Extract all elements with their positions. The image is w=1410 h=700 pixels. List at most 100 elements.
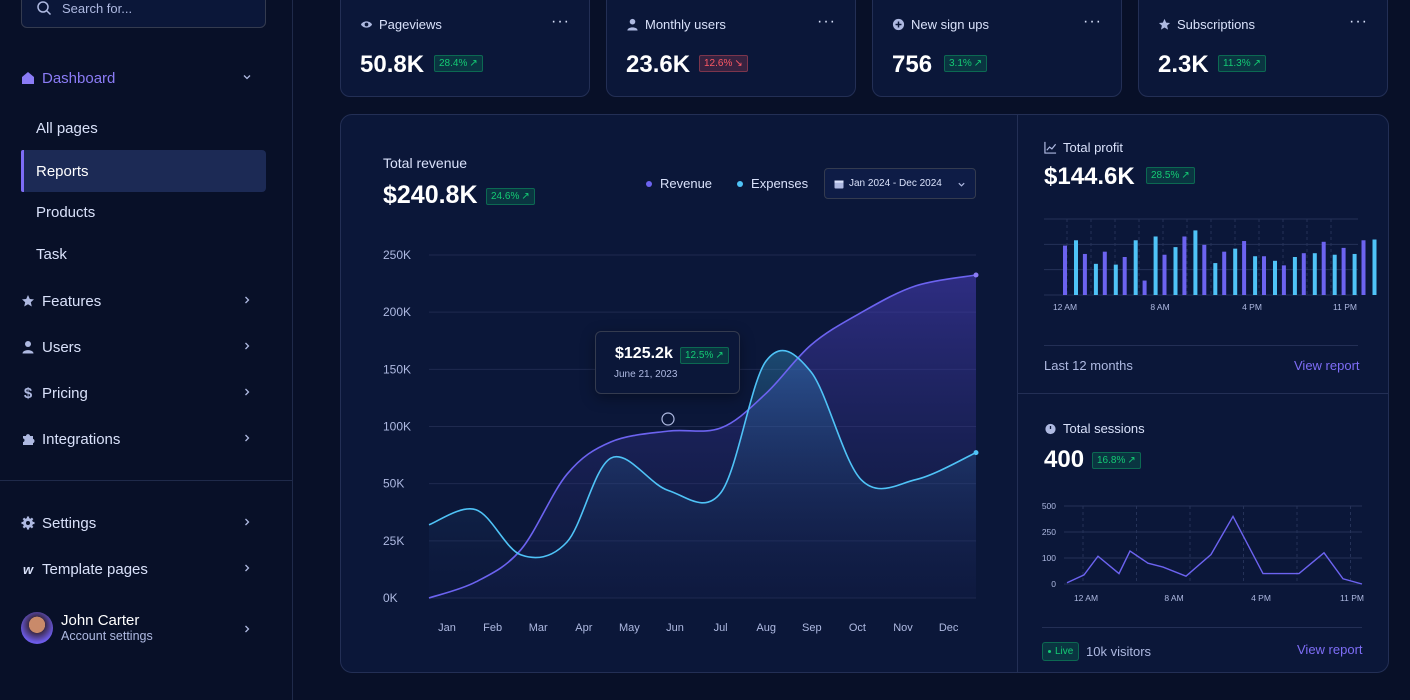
x-tick-label: Jun — [666, 622, 684, 634]
view-report-link[interactable]: View report — [1294, 358, 1360, 373]
arrow-up-right-icon: ↗ — [1181, 170, 1190, 181]
tooltip-value: $125.2k — [615, 345, 673, 362]
stat-card-header: Pageviews — [360, 17, 442, 32]
stat-card-pageviews: Pageviews ··· 50.8K 28.4% ↗ — [340, 0, 590, 97]
x-tick-label: Jan — [438, 622, 456, 634]
x-tick-label: Sep — [802, 622, 822, 634]
sidebar-subitem-products[interactable]: Products — [21, 191, 266, 233]
expenses-dot-icon — [737, 180, 744, 187]
sidebar-item-label: Features — [42, 292, 102, 310]
sessions-header: Total sessions — [1044, 421, 1145, 436]
legend-label: Revenue — [660, 176, 713, 191]
change-value: 3.1% — [949, 58, 972, 69]
user-subtitle: Account settings — [61, 629, 153, 643]
stat-card-monthly-users: Monthly users ··· 23.6K 12.6% ↘ — [606, 0, 856, 97]
profit-bar-series-a — [1361, 240, 1366, 295]
x-tick-label: Feb — [483, 622, 502, 634]
stat-label: New sign ups — [911, 17, 990, 32]
x-tick-label: Oct — [849, 622, 866, 634]
tooltip-marker — [661, 412, 675, 426]
x-tick-label: Nov — [893, 622, 913, 634]
revenue-value: $240.8K — [383, 181, 478, 209]
change-badge: 11.3% ↗ — [1218, 55, 1267, 72]
y-tick-label: 100 — [1042, 553, 1056, 563]
arrow-up-right-icon: ↗ — [521, 191, 530, 202]
chevron-right-icon — [245, 388, 250, 396]
profit-bar-series-a — [1341, 247, 1346, 295]
date-range-select[interactable]: Jan 2024 - Dec 2024 — [824, 168, 976, 199]
legend-item-revenue[interactable]: Revenue — [646, 176, 712, 191]
eye-icon — [360, 21, 373, 28]
profit-bar-series-a — [1321, 241, 1326, 295]
change-badge: 16.8% ↗ — [1092, 452, 1141, 469]
stat-value: 2.3K — [1158, 51, 1209, 78]
stat-card-subscriptions: Subscriptions ··· 2.3K 11.3% ↗ — [1138, 0, 1388, 97]
profit-bar-series-b — [1372, 239, 1377, 295]
stat-label: Monthly users — [645, 17, 726, 32]
profit-bar-series-b — [1233, 248, 1238, 295]
webflow-icon: w — [22, 561, 34, 577]
chart-tooltip: $125.2k 12.5% ↗ June 21, 2023 — [595, 331, 740, 394]
sessions-line — [1066, 514, 1363, 585]
sidebar-divider — [0, 480, 293, 481]
sidebar-item-label: Template pages — [42, 560, 148, 578]
sidebar-item-features[interactable]: Features — [21, 286, 266, 316]
sidebar-subitem-label: Task — [36, 245, 67, 263]
date-range-value: Jan 2024 - Dec 2024 — [849, 178, 942, 189]
y-tick-label: 0 — [1051, 579, 1056, 589]
sidebar-item-template-pages[interactable]: w Template pages — [21, 554, 266, 584]
sessions-value: 400 — [1044, 446, 1085, 473]
view-report-link[interactable]: View report — [1297, 642, 1363, 657]
sidebar-item-dashboard[interactable]: Dashboard — [21, 63, 266, 93]
legend-item-expenses[interactable]: Expenses — [737, 176, 808, 191]
sidebar-item-pricing[interactable]: $ Pricing — [21, 378, 266, 408]
sidebar-subitem-task[interactable]: Task — [21, 233, 266, 275]
profit-bar-series-b — [1253, 256, 1258, 295]
change-value: 28.4% — [439, 58, 468, 69]
profit-bar-series-a — [1162, 254, 1167, 295]
x-tick-label: Apr — [575, 622, 592, 634]
sidebar-item-users[interactable]: Users — [21, 332, 266, 362]
sidebar-subitem-label: All pages — [36, 119, 98, 137]
x-tick-label: 4 PM — [1251, 593, 1271, 603]
x-tick-label: May — [619, 622, 640, 634]
more-options-icon[interactable]: ··· — [817, 13, 836, 31]
search-placeholder: Search for... — [62, 0, 133, 16]
change-value: 12.5% — [685, 350, 714, 361]
avatar — [21, 612, 53, 644]
chevron-right-icon — [245, 342, 250, 350]
sidebar-item-settings[interactable]: Settings — [21, 508, 266, 538]
user-name: John Carter — [61, 612, 140, 629]
more-options-icon[interactable]: ··· — [551, 13, 570, 31]
account-settings[interactable]: John Carter Account settings — [21, 610, 266, 646]
sessions-title: Total sessions — [1063, 421, 1145, 436]
section-divider — [1042, 627, 1362, 628]
star-icon — [1158, 18, 1171, 30]
sidebar-subitem-all-pages[interactable]: All pages — [21, 107, 266, 149]
profit-bar-series-b — [1133, 240, 1138, 295]
profit-header: Total profit — [1044, 140, 1123, 155]
sidebar-item-label: Users — [42, 338, 82, 356]
tooltip-date: June 21, 2023 — [614, 369, 678, 380]
visitors-count: 10k visitors — [1086, 644, 1152, 659]
dollar-icon: $ — [23, 384, 33, 402]
sidebar-subitem-reports[interactable]: Reports — [21, 150, 266, 192]
change-badge: 28.4% ↗ — [434, 55, 483, 72]
y-tick-label: 200K — [383, 305, 411, 319]
sidebar-item-label: Dashboard — [42, 69, 116, 87]
sidebar-subitem-label: Reports — [36, 162, 89, 180]
profit-bar-series-b — [1074, 240, 1078, 295]
search-input[interactable]: Search for... — [21, 0, 266, 28]
more-options-icon[interactable]: ··· — [1349, 13, 1368, 31]
more-options-icon[interactable]: ··· — [1083, 13, 1102, 31]
y-tick-label: 50K — [383, 477, 404, 491]
profit-bar-series-a — [1202, 244, 1207, 295]
profit-bar-series-b — [1193, 230, 1198, 295]
x-tick-label: 8 AM — [1150, 302, 1169, 312]
change-badge: 28.5% ↗ — [1146, 167, 1195, 184]
sidebar-item-integrations[interactable]: Integrations — [21, 424, 266, 454]
profit-bar-series-b — [1292, 257, 1297, 295]
arrow-up-right-icon: ↗ — [715, 350, 724, 361]
change-badge: 3.1% ↗ — [944, 55, 988, 72]
change-value: 24.6% — [491, 191, 520, 202]
